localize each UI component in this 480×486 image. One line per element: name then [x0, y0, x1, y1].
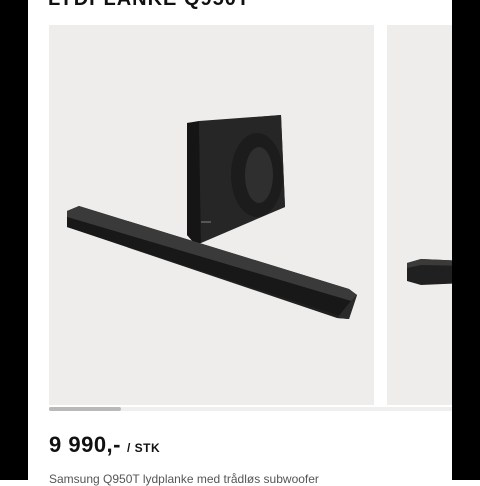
right-edge — [452, 0, 480, 480]
left-edge — [0, 0, 28, 480]
product-image-gallery[interactable] — [49, 25, 452, 405]
product-description: Samsung Q950T lydplanke med trådløs subw… — [49, 472, 319, 486]
gallery-slide-main[interactable] — [49, 25, 374, 405]
product-title: LYDPLANKE Q950T — [48, 0, 250, 11]
price-unit: / STK — [127, 441, 161, 455]
gallery-slide-next[interactable] — [387, 25, 452, 405]
gallery-scrollbar-thumb[interactable] — [49, 407, 121, 411]
soundbar-image-partial — [407, 259, 452, 285]
price-row: 9 990,- / STK — [49, 432, 160, 458]
price: 9 990,- — [49, 432, 121, 457]
soundbar-with-subwoofer-image — [67, 115, 357, 319]
